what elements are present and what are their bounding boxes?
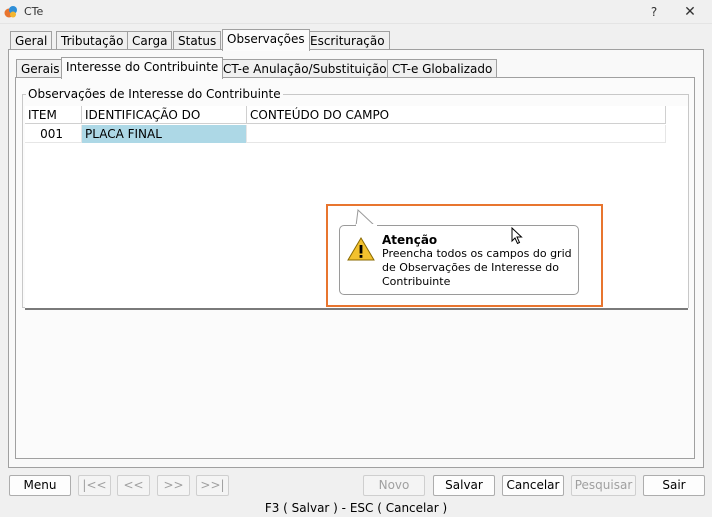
tab-escrituracao[interactable]: Escrituração bbox=[305, 31, 390, 51]
grid-header: ITEM IDENTIFICAÇÃO DO CAMPO CONTEÚDO DO … bbox=[25, 106, 666, 140]
column-header-identificacao[interactable]: IDENTIFICAÇÃO DO CAMPO bbox=[82, 106, 247, 140]
callout-message: Preencha todos os campos do grid de Obse… bbox=[382, 247, 572, 288]
column-header-conteudo[interactable]: CONTEÚDO DO CAMPO bbox=[247, 106, 666, 124]
table-row[interactable]: 001 PLACA FINAL bbox=[25, 125, 666, 143]
menu-button[interactable]: Menu bbox=[9, 475, 71, 496]
novo-button[interactable]: Novo bbox=[363, 475, 425, 496]
last-record-button[interactable]: >>| bbox=[196, 475, 229, 496]
callout-pointer-join bbox=[356, 224, 377, 227]
cell-identificacao[interactable]: PLACA FINAL bbox=[82, 125, 247, 143]
window-title: CTe bbox=[24, 5, 44, 18]
cancelar-button[interactable]: Cancelar bbox=[502, 475, 564, 496]
close-button[interactable]: ✕ bbox=[680, 3, 700, 21]
tab-cte-globalizado[interactable]: CT-e Globalizado bbox=[387, 59, 498, 79]
tab-status[interactable]: Status bbox=[173, 31, 222, 51]
group-title: Observações de Interesse do Contribuinte bbox=[26, 87, 283, 101]
cell-item[interactable]: 001 bbox=[25, 125, 82, 143]
title-bar: CTe ? ✕ bbox=[0, 0, 712, 24]
tab-interesse-contribuinte[interactable]: Interesse do Contribuinte bbox=[61, 57, 224, 79]
tab-observacoes[interactable]: Observações bbox=[222, 29, 310, 51]
status-bar: F3 ( Salvar ) - ESC ( Cancelar ) bbox=[264, 501, 448, 515]
next-record-button[interactable]: >> bbox=[157, 475, 190, 496]
mouse-cursor-icon bbox=[511, 227, 523, 245]
callout-title: Atenção bbox=[382, 233, 438, 247]
salvar-button[interactable]: Salvar bbox=[433, 475, 495, 496]
tab-cte-anulacao[interactable]: CT-e Anulação/Substituição bbox=[218, 59, 392, 79]
help-button[interactable]: ? bbox=[644, 3, 664, 21]
app-logo-icon bbox=[4, 6, 17, 18]
column-header-item[interactable]: ITEM bbox=[25, 106, 82, 124]
pesquisar-button[interactable]: Pesquisar bbox=[571, 475, 636, 496]
tab-gerais[interactable]: Gerais bbox=[16, 59, 65, 79]
previous-record-button[interactable]: << bbox=[117, 475, 150, 496]
cell-conteudo[interactable] bbox=[247, 125, 666, 143]
first-record-button[interactable]: |<< bbox=[78, 475, 111, 496]
tab-carga[interactable]: Carga bbox=[127, 31, 173, 51]
warning-icon bbox=[347, 237, 375, 261]
sair-button[interactable]: Sair bbox=[643, 475, 705, 496]
tab-geral[interactable]: Geral bbox=[10, 31, 53, 51]
tab-tributacao[interactable]: Tributação bbox=[56, 31, 129, 51]
